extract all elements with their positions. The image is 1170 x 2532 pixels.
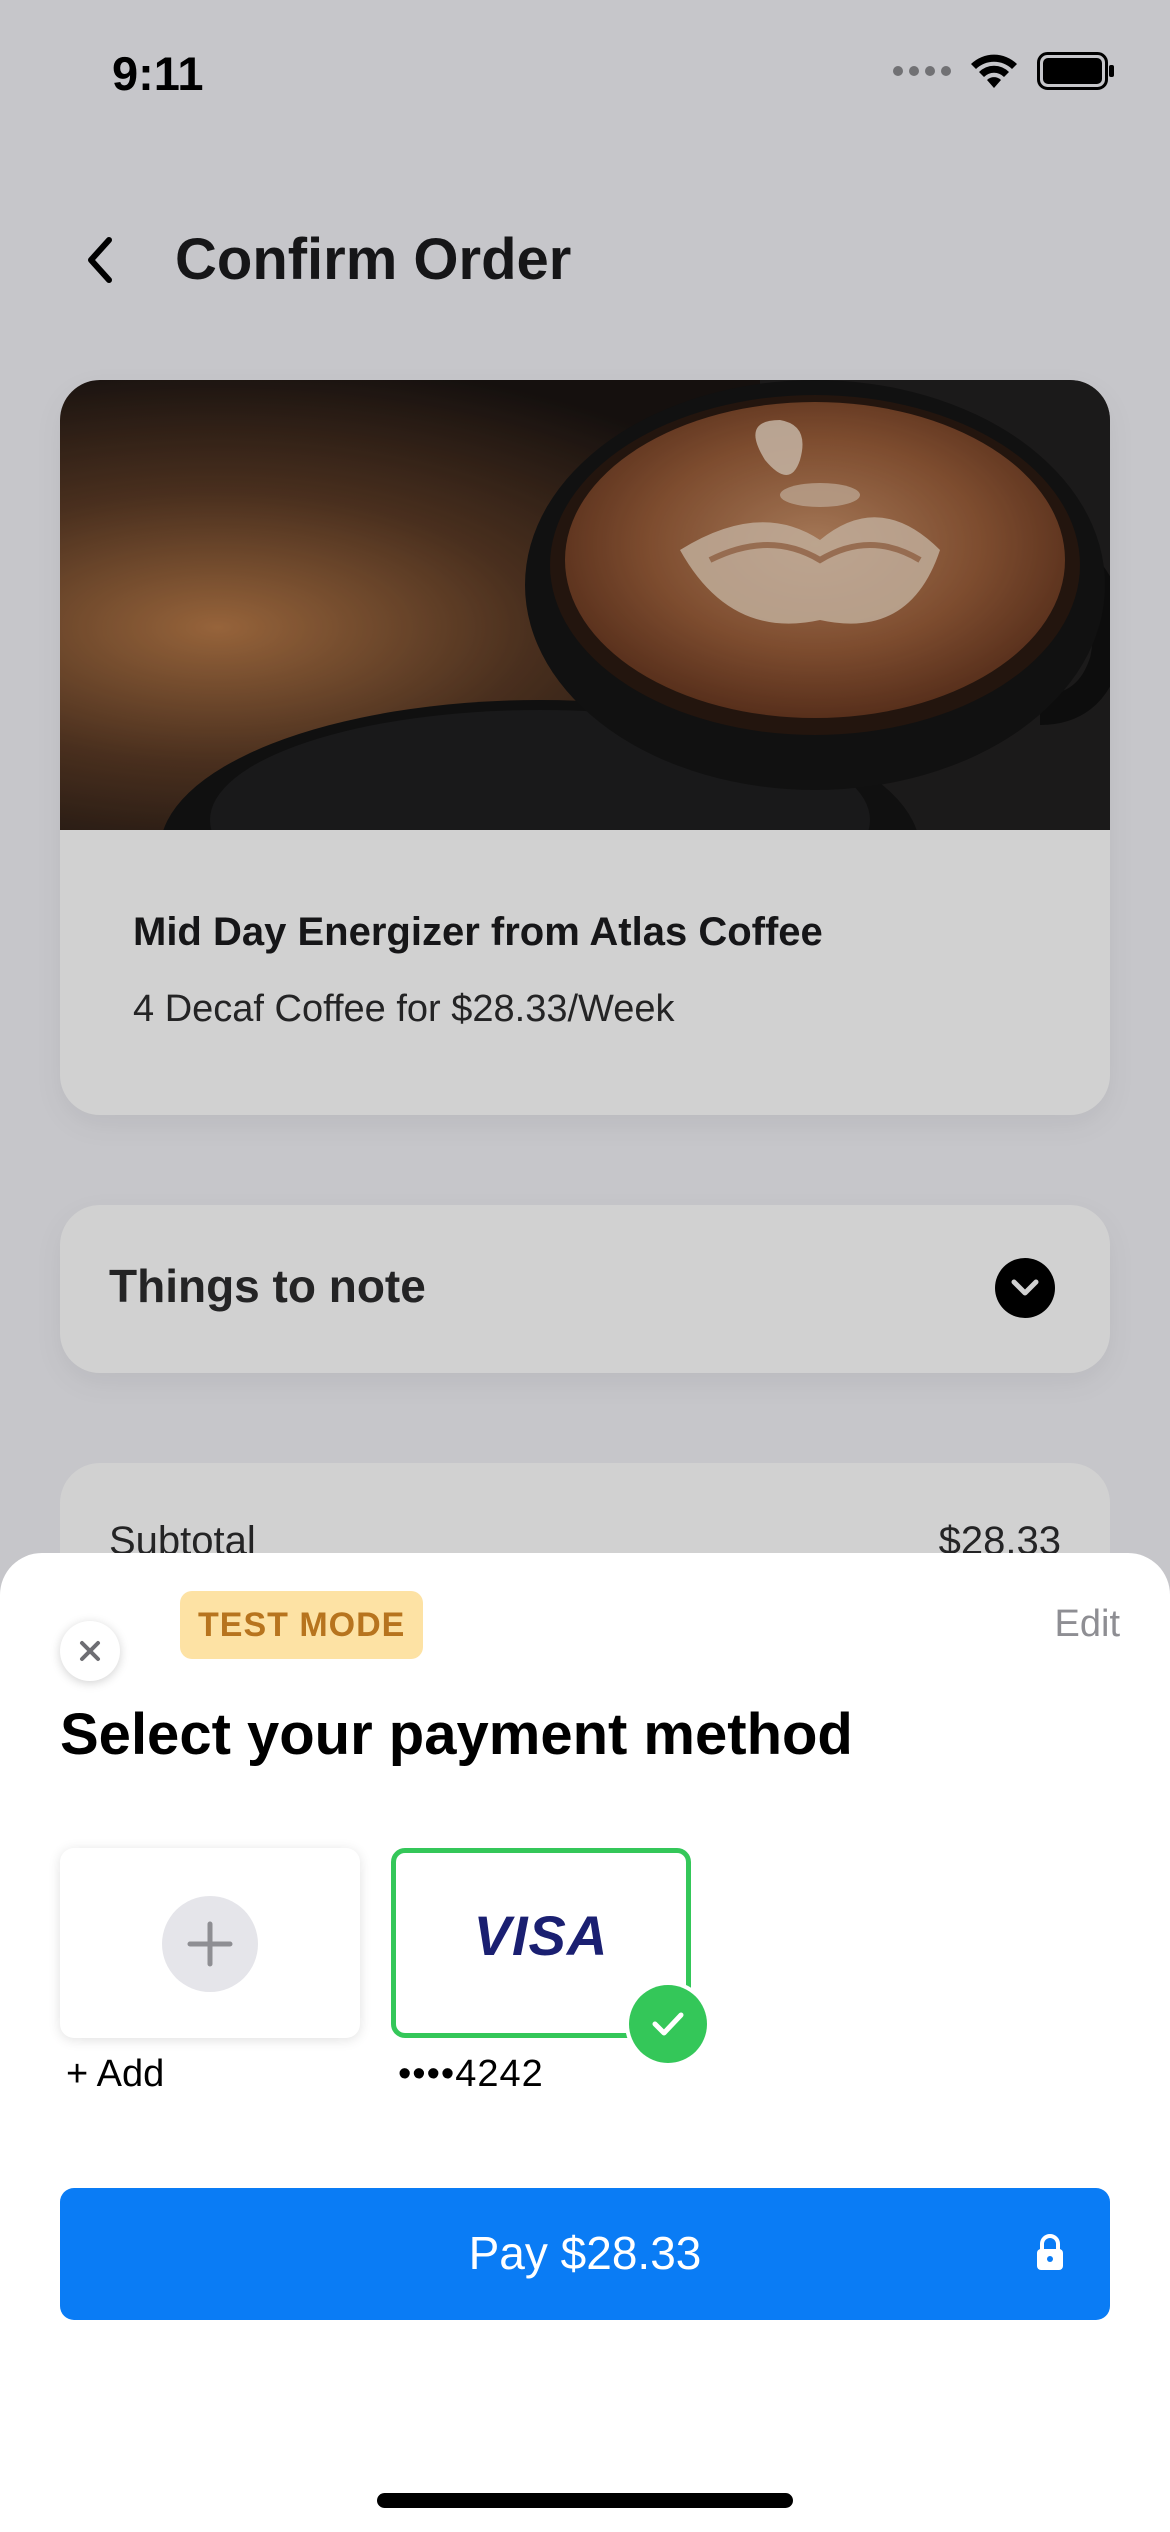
cellular-signal-icon [893,66,951,76]
pay-button[interactable]: Pay $28.33 [60,2188,1110,2320]
card-number-label: ••••4242 [398,2053,544,2095]
selected-check-icon [629,1985,707,2063]
status-bar: 9:11 [0,0,1170,140]
status-time: 9:11 [112,47,204,100]
add-payment-method-tile[interactable] [60,1848,360,2038]
status-icons [893,52,1115,90]
pay-button-label: Pay $28.33 [468,2227,702,2279]
battery-icon [1037,52,1114,90]
lock-icon [1037,2234,1063,2270]
nav-bar: Confirm Order [0,200,1170,320]
edit-button[interactable]: Edit [1055,1603,1120,1646]
add-payment-label: + Add [66,2053,165,2095]
wifi-icon [971,54,1017,88]
close-button[interactable] [60,1621,120,1681]
things-to-note-card[interactable]: Things to note [60,1205,1110,1373]
chevron-left-icon [88,237,112,283]
sheet-title: Select your payment method [60,1702,853,1767]
home-indicator [377,2493,793,2508]
close-icon [80,1641,100,1661]
plus-icon [162,1896,258,1992]
payment-sheet: TEST MODE Edit Select your payment metho… [0,1553,1170,2532]
coffee-image [60,380,1110,830]
back-button[interactable] [70,230,130,290]
chevron-down-icon[interactable] [995,1258,1055,1318]
test-mode-badge: TEST MODE [180,1591,424,1659]
product-description: 4 Decaf Coffee for $28.33/Week [133,988,675,1030]
page-title: Confirm Order [175,227,572,292]
visa-logo: VISA [473,1904,609,1967]
product-card: Mid Day Energizer from Atlas Coffee 4 De… [60,380,1110,1115]
things-to-note-title: Things to note [109,1260,426,1312]
product-name: Mid Day Energizer from Atlas Coffee [133,910,823,954]
